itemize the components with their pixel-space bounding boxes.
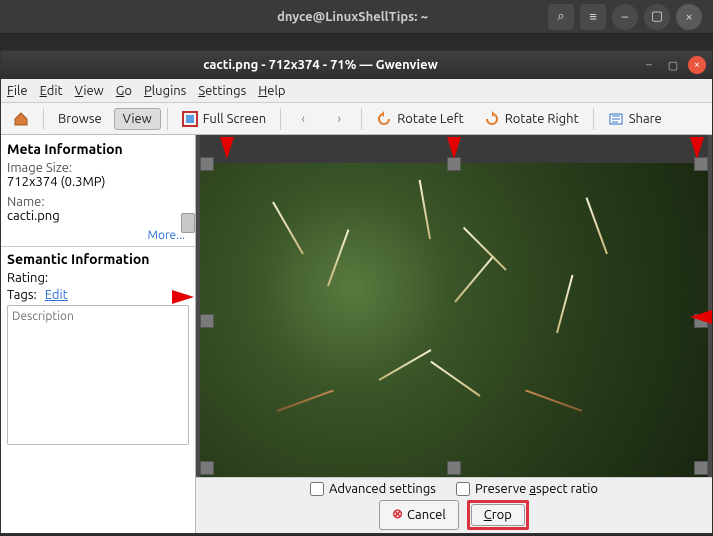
desktop-titlebar: dnyce@LinuxShellTips: ~ ⌕ ≡ – ▢ × [0,0,713,34]
image-content [200,163,708,477]
nav-forward-button[interactable]: › [323,108,355,130]
meta-header: Meta Information [7,141,189,157]
menubar: File Edit View Go Plugins Settings Help [1,79,712,103]
separator [593,108,594,130]
cancel-button[interactable]: ⊗ Cancel [379,500,459,530]
crop-button[interactable]: Crop [471,504,525,526]
desktop-gap [0,34,713,50]
more-link[interactable]: More... [7,229,189,242]
crop-options-bar: Advanced settings Preserve aspect ratio … [196,477,712,533]
scrollbar-thumb[interactable] [181,213,195,233]
menu-help[interactable]: Help [258,84,285,98]
preserve-aspect-input[interactable] [456,482,470,496]
crop-handle-mr[interactable] [694,314,708,328]
content-area: Meta Information Image Size: 712x374 (0.… [1,135,712,533]
menu-button[interactable]: ≡ [580,4,606,30]
crop-handle-tr[interactable] [694,157,708,171]
description-input[interactable] [7,305,189,445]
image-size-label: Image Size: [7,161,189,175]
chevron-left-icon: ‹ [295,111,311,127]
search-icon: ⌕ [557,9,564,24]
fullscreen-button[interactable]: Full Screen [174,108,274,130]
desktop-title: dnyce@LinuxShellTips: ~ [160,10,545,24]
gwenview-title: cacti.png - 712x374 - 71% — Gwenview [7,58,634,72]
window-minimize-button[interactable]: – [640,56,658,74]
crop-handle-tc[interactable] [447,157,461,171]
image-viewer: Advanced settings Preserve aspect ratio … [196,135,712,533]
maximize-icon: ▢ [668,59,678,72]
menu-plugins[interactable]: Plugins [144,84,186,98]
view-button[interactable]: View [114,108,161,130]
rotate-right-button[interactable]: Rotate Right [476,108,587,130]
window-maximize-button[interactable]: ▢ [664,56,682,74]
crop-handle-bl[interactable] [200,461,214,475]
close-button[interactable]: × [676,4,702,30]
home-button[interactable] [5,108,37,130]
name-value: cacti.png [7,209,189,223]
gwenview-titlebar[interactable]: cacti.png - 712x374 - 71% — Gwenview – ▢… [1,51,712,79]
close-icon: × [685,10,692,24]
nav-back-button[interactable]: ‹ [287,108,319,130]
browse-button[interactable]: Browse [50,109,110,129]
crop-handle-tl[interactable] [200,157,214,171]
fullscreen-icon [182,111,198,127]
sidebar: Meta Information Image Size: 712x374 (0.… [1,135,196,533]
chevron-right-icon: › [331,111,347,127]
canvas[interactable] [196,135,712,533]
rating-label: Rating: [7,271,48,285]
gwenview-window: cacti.png - 712x374 - 71% — Gwenview – ▢… [0,50,713,534]
divider [1,246,195,247]
tags-label: Tags: [7,288,37,302]
separator [43,108,44,130]
rotate-right-icon [484,111,500,127]
tags-edit-link[interactable]: Edit [45,288,68,302]
advanced-settings-checkbox[interactable]: Advanced settings [310,482,436,496]
image-area[interactable] [200,163,708,477]
menu-edit[interactable]: Edit [40,84,63,98]
hamburger-icon: ≡ [589,9,597,24]
cancel-icon: ⊗ [392,507,403,522]
share-icon [608,111,624,127]
preserve-aspect-checkbox[interactable]: Preserve aspect ratio [456,482,598,496]
search-button[interactable]: ⌕ [548,4,574,30]
separator [280,108,281,130]
share-button[interactable]: Share [600,108,670,130]
menu-settings[interactable]: Settings [198,84,246,98]
minimize-icon: – [646,59,651,71]
close-icon: × [694,59,700,71]
crop-handle-br[interactable] [694,461,708,475]
rotate-left-icon [376,111,392,127]
advanced-settings-input[interactable] [310,482,324,496]
minimize-icon: – [622,10,628,24]
menu-view[interactable]: View [75,84,104,98]
maximize-button[interactable]: ▢ [644,4,670,30]
home-icon [13,111,29,127]
image-size-value: 712x374 (0.3MP) [7,175,189,189]
crop-handle-ml[interactable] [200,314,214,328]
name-label: Name: [7,195,189,209]
menu-file[interactable]: File [7,84,28,98]
separator [361,108,362,130]
semantic-header: Semantic Information [7,251,189,267]
window-close-button[interactable]: × [688,56,706,74]
annotation-highlight: Crop [467,500,529,530]
menu-go[interactable]: Go [116,84,132,98]
crop-handle-bc[interactable] [447,461,461,475]
separator [167,108,168,130]
rotate-left-button[interactable]: Rotate Left [368,108,472,130]
maximize-icon: ▢ [651,9,663,24]
minimize-button[interactable]: – [612,4,638,30]
toolbar: Browse View Full Screen ‹ › Rotate Left … [1,103,712,135]
